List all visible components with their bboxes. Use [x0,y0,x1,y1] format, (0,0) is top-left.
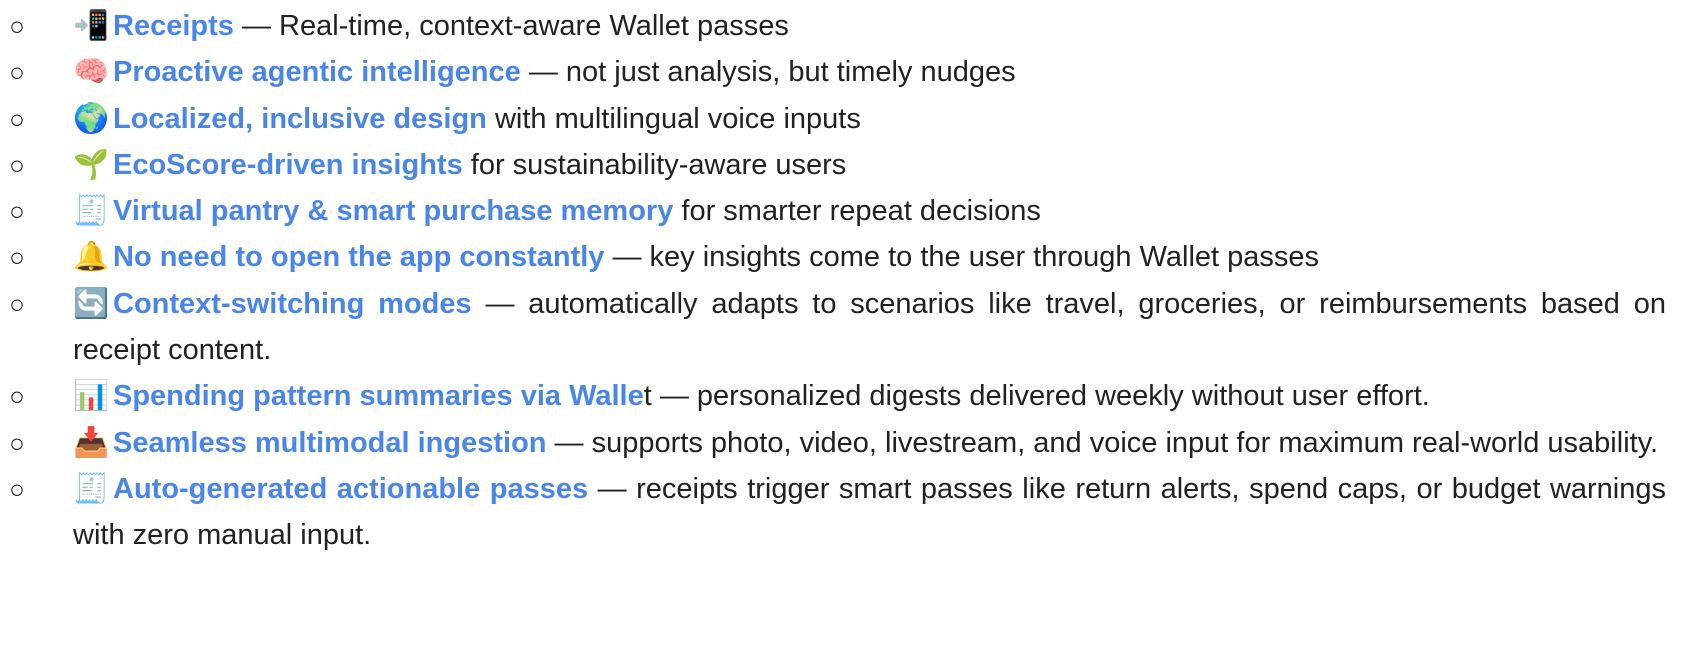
list-item: ○ 🔄 Context-switching modes — automatical… [0,281,1682,374]
item-text: — not just analysis, but timely nudges [520,56,1016,89]
mobile-arrow-icon: 📲 [73,10,110,42]
item-highlight: Receipts [113,10,234,42]
inbox-tray-icon: 📥 [73,426,110,459]
item-highlight: Context-switching modes [113,287,472,320]
bell-icon: 🔔 [73,241,110,274]
item-highlight: Localized, inclusive design [113,102,487,135]
list-item: ○ 🔔 No need to open the app constantly — … [0,234,1682,280]
list-item: ○ 🧠 Proactive agentic intelligence — not … [0,49,1682,95]
bullet-circle: ○ [9,103,25,134]
bullet-circle: ○ [9,242,25,273]
brain-icon: 🧠 [73,56,110,89]
receipt-icon: 🧾 [73,195,110,228]
item-highlight: No need to open the app constantly [113,241,605,274]
list-item: ○ 🌱 EcoScore-driven insights for sustaina… [0,142,1682,188]
item-text: — supports photo, video, livestream, and… [546,426,1659,459]
receipt-icon: 🧾 [73,472,110,505]
bullet-circle: ○ [9,473,25,504]
bullet-circle: ○ [9,288,25,319]
item-highlight: EcoScore-driven insights [113,148,463,181]
feature-list: ○ 📲 Receipts — Real-time, context-aware W… [0,3,1682,559]
item-highlight: Spending pattern summaries via Walle [113,380,644,413]
bullet-circle: ○ [9,11,25,41]
item-text: with multilingual voice inputs [486,102,861,135]
list-item: ○ 🧾 Virtual pantry & smart purchase memor… [0,188,1682,234]
item-text: for sustainability-aware users [462,148,847,181]
list-item: ○ 📥 Seamless multimodal ingestion — suppo… [0,420,1682,466]
bullet-circle: ○ [9,149,25,180]
globe-icon: 🌍 [73,102,110,135]
bullet-circle: ○ [9,196,25,227]
list-item: ○ 📲 Receipts — Real-time, context-aware W… [0,3,1682,49]
item-text: — key insights come to the user through … [604,241,1320,274]
item-highlight: Auto-generated actionable passes [113,472,589,505]
item-highlight: Proactive agentic intelligence [113,56,521,89]
item-highlight: Seamless multimodal ingestion [113,426,547,459]
list-item: ○ 🧾 Auto-generated actionable passes — re… [0,466,1682,559]
bar-chart-icon: 📊 [73,380,110,413]
bullet-circle: ○ [9,381,25,412]
item-highlight: Virtual pantry & smart purchase memory [113,195,674,228]
seedling-icon: 🌱 [73,148,110,181]
list-item: ○ 🌍 Localized, inclusive design with mult… [0,96,1682,142]
item-text: for smarter repeat decisions [673,195,1041,228]
item-text: t — personalized digests delivered weekl… [643,380,1430,413]
list-item: ○ 📊 Spending pattern summaries via Wallet… [0,373,1682,419]
arrows-cycle-icon: 🔄 [73,287,110,320]
item-text: — Real-time, context-aware Wallet passes [233,10,789,42]
document-page: ○ 📲 Receipts — Real-time, context-aware W… [0,0,1682,665]
bullet-circle: ○ [9,57,25,88]
bullet-circle: ○ [9,427,25,458]
